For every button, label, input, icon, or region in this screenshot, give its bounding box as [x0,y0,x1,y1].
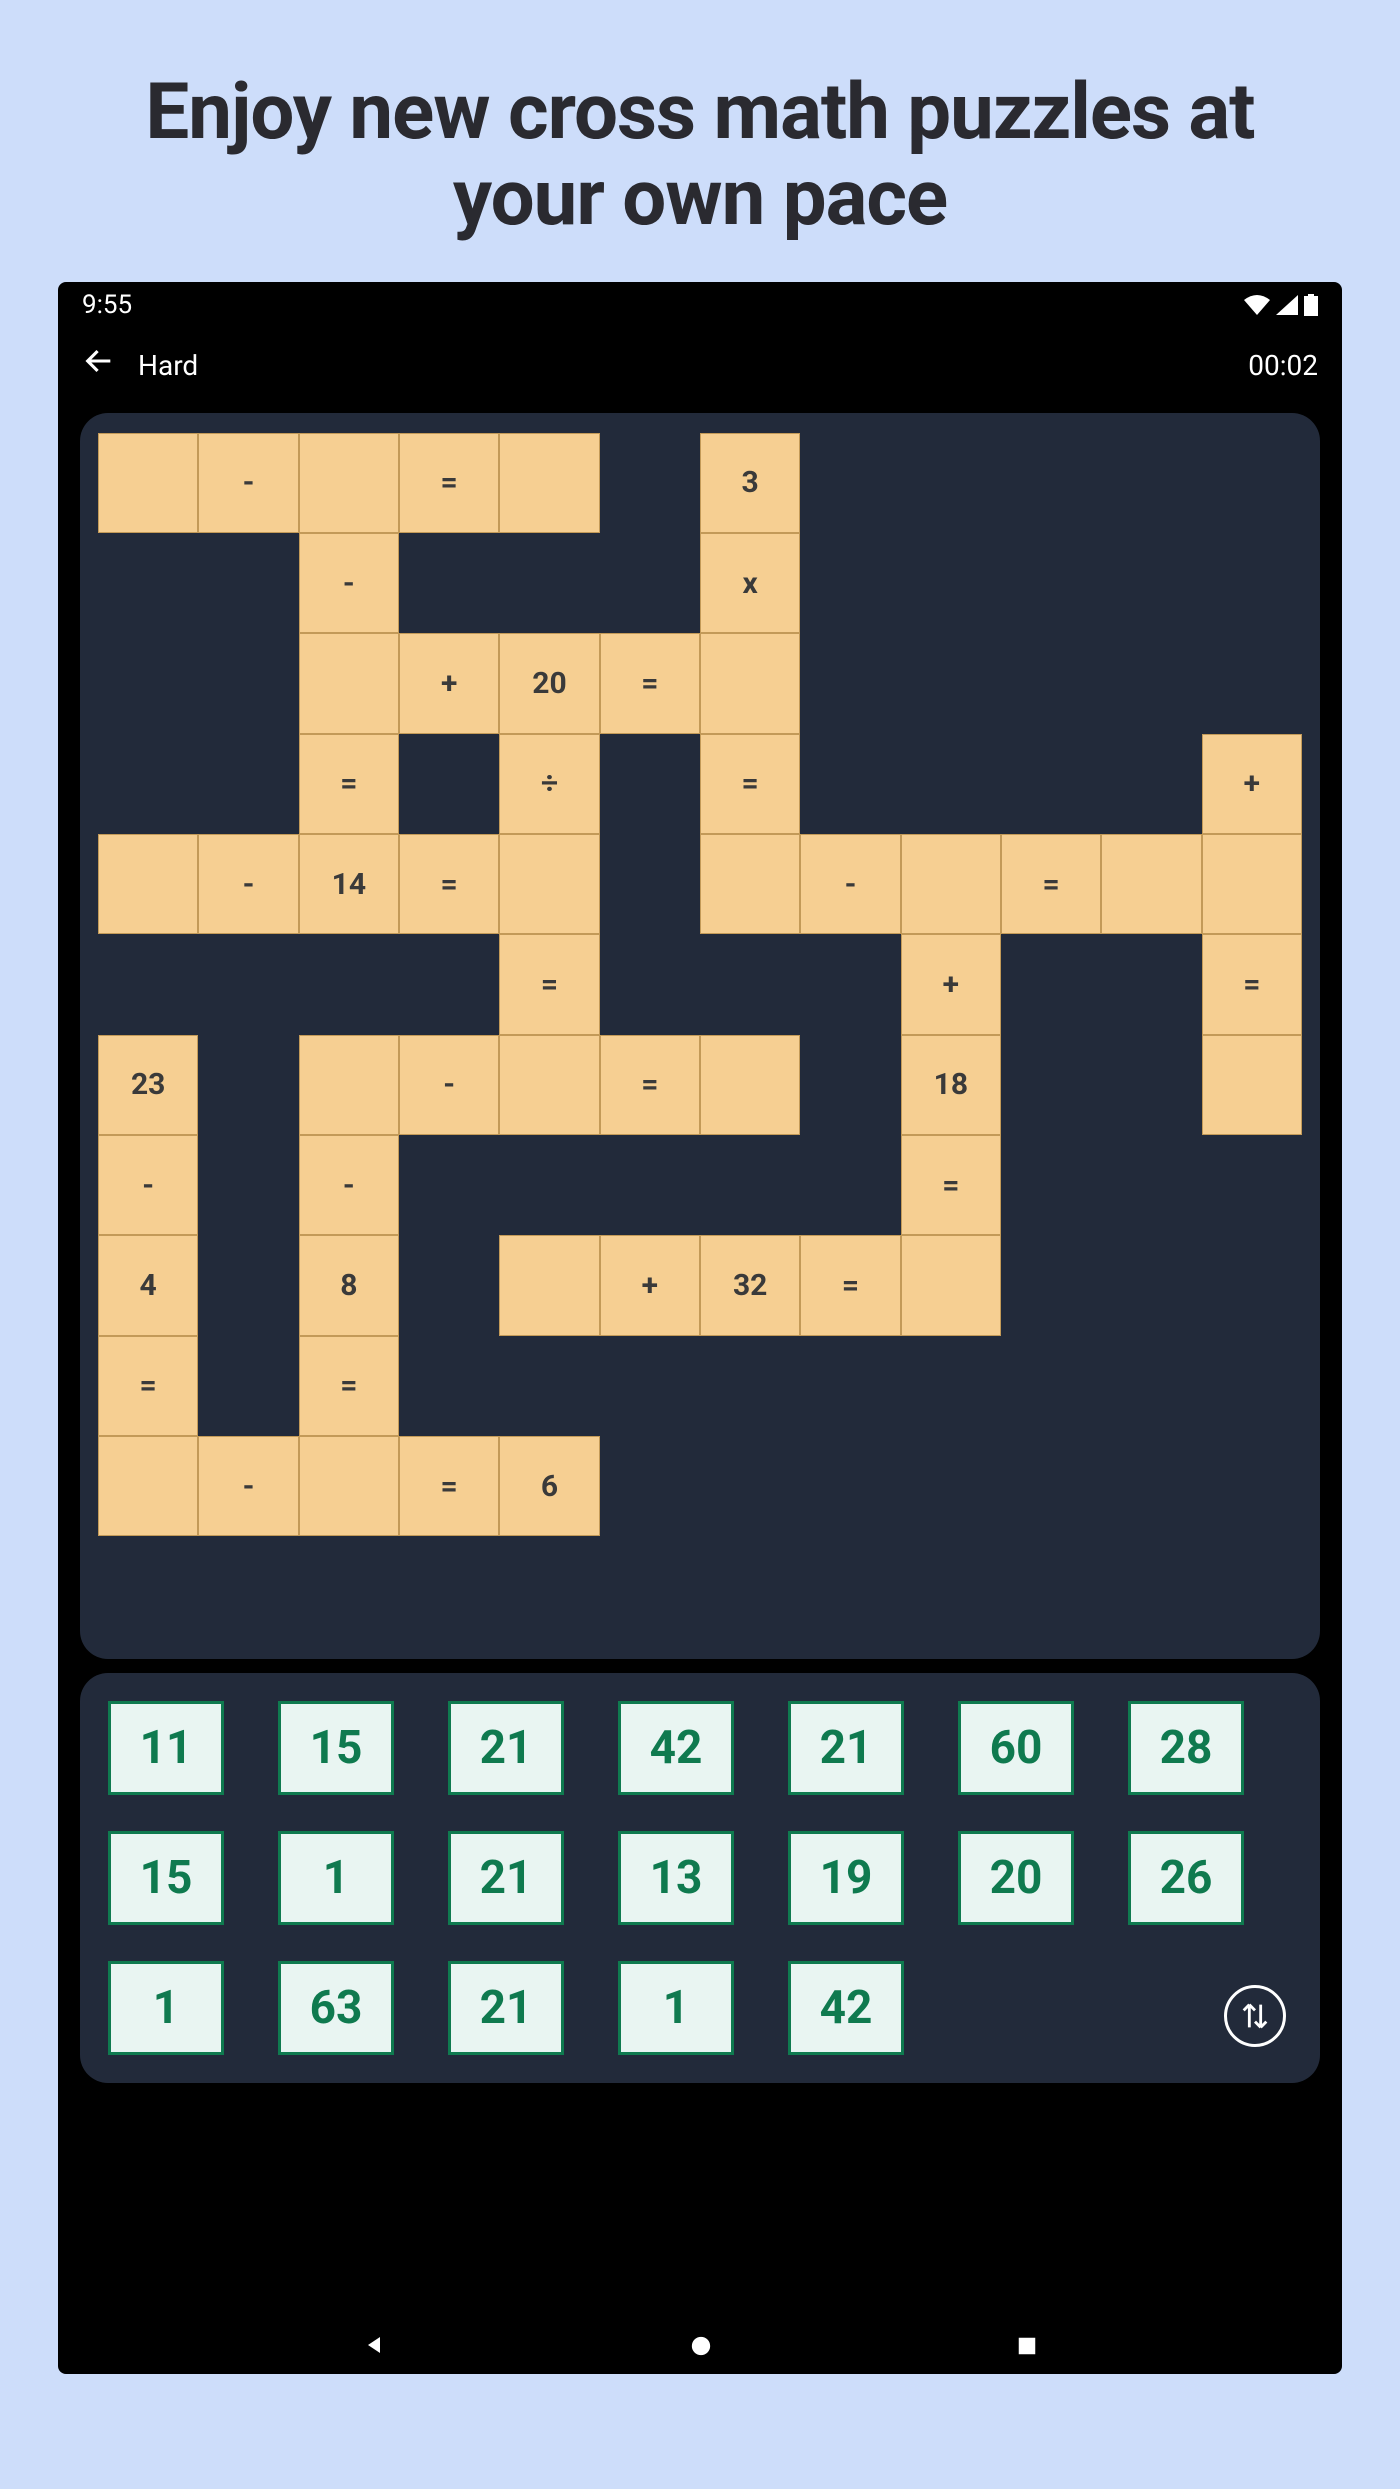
grid-cell[interactable]: 18 [901,1035,1001,1135]
grid-cell[interactable] [700,633,800,733]
grid-cell[interactable] [98,433,198,533]
status-bar: 9:55 [58,282,1342,322]
grid-cell[interactable]: - [198,1436,298,1536]
grid-cell[interactable]: = [1202,934,1302,1034]
grid-cell[interactable]: 14 [299,834,399,934]
grid-cell[interactable] [901,834,1001,934]
grid-cell[interactable]: = [399,834,499,934]
top-bar: Hard 00:02 [58,322,1342,407]
grid-cell[interactable]: - [198,834,298,934]
grid-cell[interactable] [1202,1035,1302,1135]
grid-cell[interactable]: = [98,1336,198,1436]
grid: -=3-x+20==÷=+-14=-==+=23-=18--=48+32===-… [98,433,1302,1637]
grid-cell[interactable] [700,1035,800,1135]
grid-cell[interactable]: = [299,1336,399,1436]
number-tile[interactable]: 1 [108,1961,224,2055]
grid-cell[interactable]: 3 [700,433,800,533]
number-tile[interactable]: 26 [1128,1831,1244,1925]
grid-cell[interactable]: + [901,934,1001,1034]
number-tile[interactable]: 15 [278,1701,394,1795]
grid-cell[interactable]: 23 [98,1035,198,1135]
number-tile[interactable]: 60 [958,1701,1074,1795]
grid-cell[interactable]: - [399,1035,499,1135]
grid-cell[interactable]: - [299,533,399,633]
grid-cell[interactable] [98,1436,198,1536]
headline: Enjoy new cross math puzzles at your own… [0,0,1400,282]
grid-cell[interactable]: = [600,633,700,733]
nav-recent-icon[interactable] [1016,2331,1038,2364]
grid-cell[interactable]: + [600,1235,700,1335]
puzzle-board: -=3-x+20==÷=+-14=-==+=23-=18--=48+32===-… [80,413,1320,1659]
grid-cell[interactable] [299,633,399,733]
grid-cell[interactable] [1101,834,1201,934]
number-tile[interactable]: 20 [958,1831,1074,1925]
wifi-icon [1244,295,1270,315]
battery-icon [1304,294,1318,316]
difficulty-label: Hard [138,349,198,382]
number-tile[interactable]: 21 [448,1701,564,1795]
grid-cell[interactable]: = [800,1235,900,1335]
grid-cell[interactable] [499,1235,599,1335]
status-icons [1244,294,1318,316]
number-tile[interactable]: 21 [788,1701,904,1795]
timer: 00:02 [1248,349,1318,382]
status-time: 9:55 [82,290,132,320]
nav-back-icon[interactable] [362,2331,386,2364]
number-tile[interactable]: 11 [108,1701,224,1795]
grid-cell[interactable]: + [1202,734,1302,834]
nav-home-icon[interactable] [690,2331,712,2364]
grid-cell[interactable] [1202,834,1302,934]
grid-cell[interactable] [499,433,599,533]
grid-cell[interactable]: 6 [499,1436,599,1536]
grid-cell[interactable]: - [299,1135,399,1235]
tiles-row: 1 63 21 1 42 [108,1961,1292,2055]
number-tile[interactable]: 42 [618,1701,734,1795]
grid-cell[interactable]: = [499,934,599,1034]
grid-cell[interactable]: = [901,1135,1001,1235]
grid-cell[interactable]: - [198,433,298,533]
grid-cell[interactable]: = [600,1035,700,1135]
grid-cell[interactable] [98,834,198,934]
grid-cell[interactable]: - [98,1135,198,1235]
grid-cell[interactable]: = [399,433,499,533]
number-tile[interactable]: 63 [278,1961,394,2055]
phone-frame: 9:55 Hard 00:02 -=3-x+20==÷=+-14=-==+=23… [58,282,1342,2374]
grid-cell[interactable] [499,834,599,934]
grid-cell[interactable] [499,1035,599,1135]
number-tile[interactable]: 1 [618,1961,734,2055]
grid-cell[interactable]: 32 [700,1235,800,1335]
grid-cell[interactable]: x [700,533,800,633]
number-tile[interactable]: 1 [278,1831,394,1925]
grid-cell[interactable]: = [1001,834,1101,934]
number-tile[interactable]: 13 [618,1831,734,1925]
grid-cell[interactable]: = [700,734,800,834]
back-arrow-icon[interactable] [82,344,116,387]
number-tile[interactable]: 21 [448,1961,564,2055]
tiles-row: 11 15 21 42 21 60 28 [108,1701,1292,1795]
number-tile[interactable]: 28 [1128,1701,1244,1795]
number-tile[interactable]: 42 [788,1961,904,2055]
grid-cell[interactable]: ÷ [499,734,599,834]
grid-cell[interactable] [299,1035,399,1135]
tiles-panel: 11 15 21 42 21 60 28 15 1 21 13 19 20 26 1 63 21 1 42 [80,1673,1320,2083]
number-tile[interactable]: 21 [448,1831,564,1925]
swap-button[interactable] [1224,1985,1286,2047]
signal-icon [1276,295,1298,315]
grid-cell[interactable]: - [800,834,900,934]
grid-cell[interactable]: = [299,734,399,834]
grid-cell[interactable] [901,1235,1001,1335]
grid-cell[interactable]: 8 [299,1235,399,1335]
grid-cell[interactable]: 20 [499,633,599,733]
grid-cell[interactable]: 4 [98,1235,198,1335]
grid-cell[interactable]: = [399,1436,499,1536]
grid-cell[interactable] [700,834,800,934]
grid-cell[interactable] [299,1436,399,1536]
grid-cell[interactable] [299,433,399,533]
grid-cell[interactable]: + [399,633,499,733]
system-nav-bar [58,2331,1342,2364]
tiles-row: 15 1 21 13 19 20 26 [108,1831,1292,1925]
number-tile[interactable]: 15 [108,1831,224,1925]
number-tile[interactable]: 19 [788,1831,904,1925]
